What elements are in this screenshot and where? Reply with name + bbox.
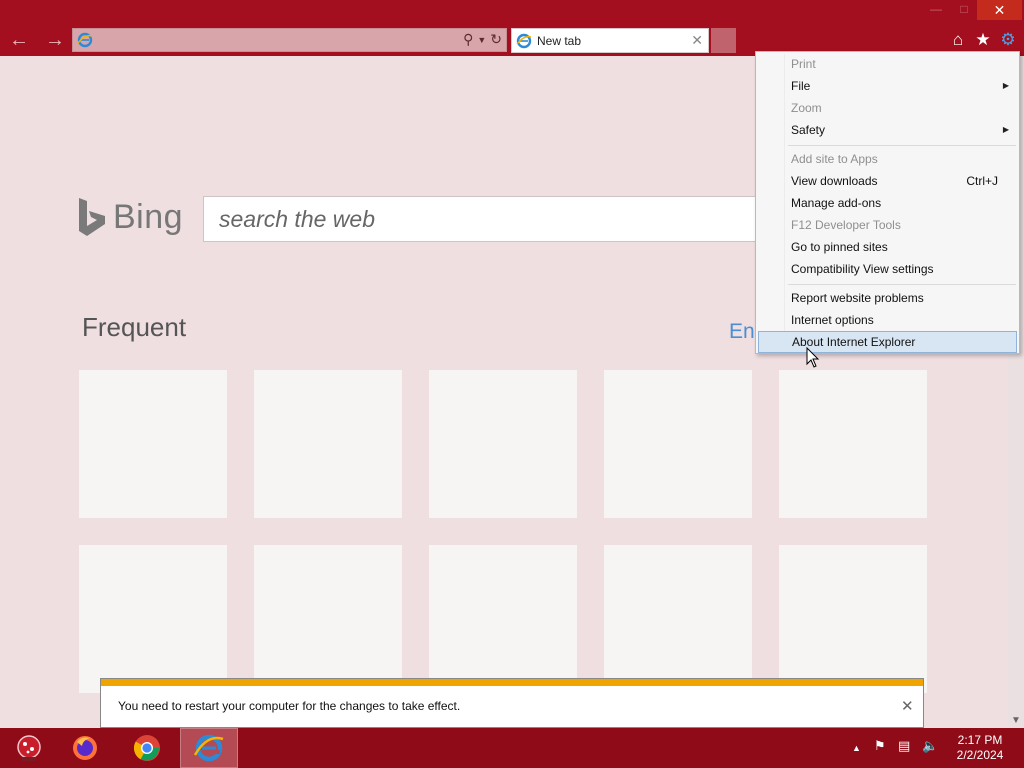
menu-item-label: Manage add-ons [791, 196, 882, 210]
frequent-tile[interactable] [429, 545, 577, 693]
menu-item-label: Internet options [791, 313, 874, 327]
tools-menu: Print File ▶ Zoom Safety ▶ Add site to App… [755, 51, 1020, 354]
menu-item-manage-addons[interactable]: Manage add-ons [758, 192, 1017, 214]
menu-item-label: F12 Developer Tools [791, 218, 901, 232]
menu-separator [788, 284, 1016, 285]
forward-arrow-icon[interactable]: → [43, 28, 67, 52]
new-tab-button[interactable] [711, 28, 736, 53]
refresh-icon[interactable]: ↻ [490, 31, 502, 49]
menu-item-safety[interactable]: Safety ▶ [758, 119, 1017, 141]
frequent-tile[interactable] [604, 545, 752, 693]
dropdown-icon[interactable]: ▼ [477, 31, 486, 49]
menu-item-label: Print [791, 57, 816, 71]
scroll-down-icon[interactable]: ▼ [1008, 715, 1024, 726]
clock-date: 2/2/2024 [956, 748, 1004, 762]
search-placeholder: search the web [219, 206, 375, 232]
maximize-icon[interactable]: □ [952, 0, 976, 20]
close-tab-icon[interactable]: ✕ [691, 32, 703, 49]
submenu-arrow-icon: ▶ [1002, 125, 1009, 134]
menu-item-view-downloads[interactable]: View downloads Ctrl+J [758, 170, 1017, 192]
menu-item-label: View downloads [791, 174, 878, 188]
home-icon[interactable]: ⌂ [947, 29, 969, 51]
bing-wordmark: Bing [113, 197, 184, 236]
menu-item-label: Zoom [791, 101, 822, 115]
tab-label: New tab [537, 34, 582, 48]
bing-search-input[interactable]: search the web [203, 196, 763, 242]
ie-tab-icon [516, 33, 532, 54]
frequent-tile[interactable] [779, 545, 927, 693]
menu-item-f12-developer-tools[interactable]: F12 Developer Tools [758, 214, 1017, 236]
menu-item-file[interactable]: File ▶ [758, 75, 1017, 97]
submenu-arrow-icon: ▶ [1002, 81, 1009, 90]
menu-item-internet-options[interactable]: Internet options [758, 309, 1017, 331]
menu-item-label: Add site to Apps [791, 152, 878, 166]
menu-item-add-site-to-apps[interactable]: Add site to Apps [758, 148, 1017, 170]
frequent-tile[interactable] [79, 370, 227, 518]
action-center-flag-icon[interactable]: ⚑ [874, 738, 886, 754]
menu-item-about-internet-explorer[interactable]: About Internet Explorer [758, 331, 1017, 353]
bing-b-icon [79, 198, 105, 236]
menu-item-label: Report website problems [791, 291, 924, 305]
bing-logo: Bing [77, 196, 183, 238]
frequent-tile[interactable] [604, 370, 752, 518]
menu-item-report-website-problems[interactable]: Report website problems [758, 287, 1017, 309]
menu-item-label: Go to pinned sites [791, 240, 888, 254]
network-icon[interactable]: ▤ [898, 738, 910, 754]
frequent-tile[interactable] [254, 370, 402, 518]
frequent-tile[interactable] [779, 370, 927, 518]
internet-explorer-icon[interactable] [180, 728, 238, 768]
snow-globe-icon[interactable] [0, 728, 58, 768]
notification-stripe [101, 679, 923, 686]
address-bar[interactable]: ⚲ ▼ ↻ [72, 28, 507, 52]
close-notification-icon[interactable]: ✕ [901, 697, 914, 715]
menu-item-zoom[interactable]: Zoom [758, 97, 1017, 119]
taskbar: ▲ ⚑ ▤ 🔈 2:17 PM 2/2/2024 [0, 728, 1024, 768]
favorites-star-icon[interactable]: ★ [972, 29, 994, 51]
back-arrow-icon[interactable]: ← [7, 28, 31, 52]
firefox-icon[interactable] [56, 728, 114, 768]
frequent-tile[interactable] [254, 545, 402, 693]
mouse-cursor-icon [806, 347, 820, 368]
frequent-tile[interactable] [79, 545, 227, 693]
ie-page-icon [77, 32, 93, 53]
frequent-tile[interactable] [429, 370, 577, 518]
close-window-button[interactable]: ✕ [977, 0, 1022, 20]
clock-time: 2:17 PM [957, 733, 1003, 747]
minimize-icon[interactable]: — [924, 0, 948, 20]
menu-shortcut: Ctrl+J [966, 174, 998, 188]
chrome-icon[interactable] [118, 728, 176, 768]
menu-item-print[interactable]: Print [758, 53, 1017, 75]
show-hidden-icons-icon[interactable]: ▲ [852, 743, 861, 753]
menu-item-label: File [791, 79, 811, 93]
menu-item-label: Safety [791, 123, 826, 137]
volume-muted-icon[interactable]: 🔈 [922, 738, 938, 754]
notification-text: You need to restart your computer for th… [118, 699, 461, 713]
menu-item-label: Compatibility View settings [791, 262, 934, 276]
browser-titlebar: — □ ✕ ← → ⚲ ▼ ↻ New tab ✕ ⌂ ★ ⚙ [0, 0, 1024, 56]
notification-bar: You need to restart your computer for th… [100, 678, 924, 728]
frequent-heading: Frequent [82, 312, 187, 342]
menu-item-go-to-pinned-sites[interactable]: Go to pinned sites [758, 236, 1017, 258]
system-clock[interactable]: 2:17 PM 2/2/2024 [950, 733, 1010, 763]
enable-link[interactable]: Ena [729, 320, 755, 344]
search-icon[interactable]: ⚲ [463, 31, 473, 49]
tab-new-tab[interactable]: New tab ✕ [511, 28, 709, 53]
gear-icon[interactable]: ⚙ [997, 29, 1019, 51]
menu-item-compatibility-view-settings[interactable]: Compatibility View settings [758, 258, 1017, 280]
menu-separator [788, 145, 1016, 146]
